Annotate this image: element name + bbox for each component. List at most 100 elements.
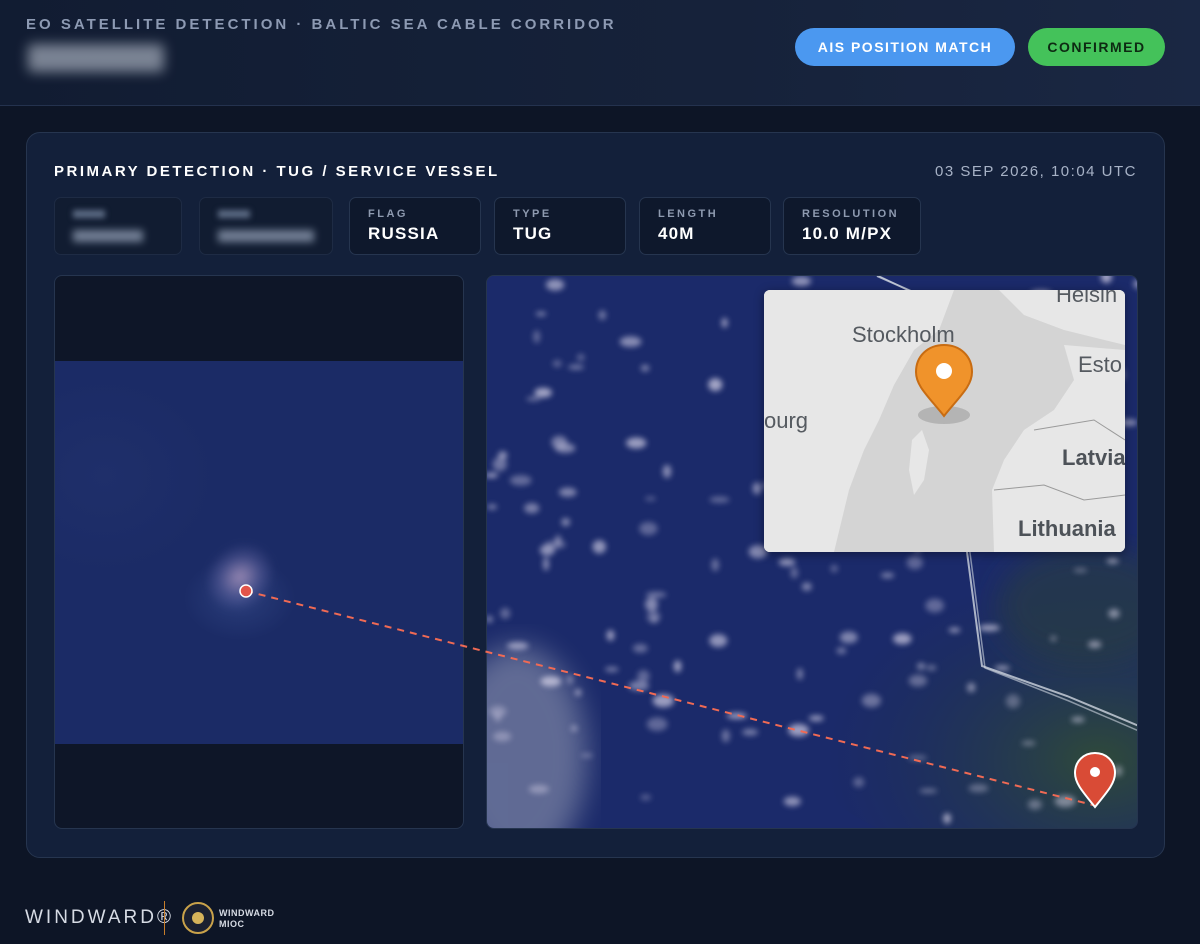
cloud — [752, 482, 762, 495]
mioc-logo-line1: WINDWARD — [219, 908, 275, 918]
map-label-lithuania: Lithuania — [1018, 516, 1116, 541]
cloud — [808, 715, 824, 722]
header-bar: EO SATELLITE DETECTION · BALTIC SEA CABL… — [0, 0, 1200, 106]
stat-type: TYPE TUG — [494, 197, 626, 255]
cloud — [830, 564, 838, 573]
stat-resolution: RESOLUTION 10.0 M/PX — [783, 197, 921, 255]
cloud — [571, 725, 578, 732]
cloud — [1071, 716, 1085, 723]
cloud — [645, 591, 667, 598]
cloud — [598, 310, 607, 320]
cloud — [673, 660, 682, 673]
cloud — [1050, 635, 1057, 642]
cloud — [1027, 799, 1042, 810]
cloud — [708, 378, 723, 392]
detection-title: PRIMARY DETECTION · TUG / SERVICE VESSEL — [54, 163, 500, 180]
cloud — [1108, 608, 1120, 619]
cloud — [1106, 558, 1119, 564]
cloud — [778, 558, 796, 566]
stat-length-label: LENGTH — [658, 208, 719, 220]
cloud — [801, 582, 812, 591]
cloud — [836, 647, 847, 654]
confirmed-status-badge[interactable]: CONFIRMED — [1028, 28, 1165, 66]
cloud — [645, 597, 658, 612]
cloud — [561, 518, 571, 527]
cloud — [783, 796, 801, 807]
cloud — [640, 794, 652, 801]
cloud — [721, 317, 728, 328]
map-label-helsinki: Helsin — [1056, 290, 1118, 307]
cloud — [543, 557, 549, 571]
cloud — [791, 276, 811, 287]
cloud — [853, 777, 865, 788]
stat-length: LENGTH 40M — [639, 197, 771, 255]
detection-card: PRIMARY DETECTION · TUG / SERVICE VESSEL… — [26, 132, 1165, 858]
satellite-scene-panel[interactable]: Stockholm Helsin Esto ourg Latvia Lithua… — [486, 275, 1138, 829]
stat-flag-label: FLAG — [368, 208, 408, 220]
cloud — [1113, 765, 1123, 777]
cloud — [880, 572, 895, 579]
cloud — [893, 633, 912, 645]
stat-flag-value: RUSSIA — [368, 224, 440, 243]
cloud — [566, 674, 574, 685]
page-title: EO SATELLITE DETECTION · BALTIC SEA CABL… — [26, 16, 617, 33]
cloud — [919, 788, 938, 794]
mioc-logo-line2: MIOC — [219, 919, 245, 929]
map-label-gothenburg: ourg — [764, 408, 809, 433]
cloud — [524, 503, 540, 514]
cloud — [558, 487, 577, 497]
cloud — [604, 666, 619, 672]
ais-position-match-badge[interactable]: AIS POSITION MATCH — [795, 28, 1015, 66]
cloud — [640, 364, 650, 372]
detection-timestamp: 03 SEP 2026, 10:04 UTC — [935, 163, 1137, 180]
redacted-stat-1 — [54, 197, 182, 255]
cloud — [575, 689, 582, 696]
cloud — [926, 665, 937, 671]
cloud — [1005, 694, 1021, 709]
stat-length-value: 40M — [658, 224, 695, 243]
locator-inset-map[interactable]: Stockholm Helsin Esto ourg Latvia Lithua… — [764, 290, 1125, 552]
cloud — [726, 712, 748, 719]
cloud — [948, 627, 961, 633]
cloud — [533, 330, 541, 344]
cloud — [500, 607, 511, 619]
cloud — [639, 522, 658, 536]
cloud — [907, 755, 928, 761]
stat-flag: FLAG RUSSIA — [349, 197, 481, 255]
cloud — [552, 360, 562, 368]
cloud — [592, 540, 607, 554]
stat-type-label: TYPE — [513, 208, 552, 220]
cloud — [790, 567, 799, 579]
redacted-vessel-id — [28, 44, 164, 72]
cloud — [526, 396, 541, 401]
cloud — [619, 336, 642, 347]
stat-type-value: TUG — [513, 224, 553, 243]
cloud — [994, 665, 1010, 671]
map-label-stockholm: Stockholm — [852, 322, 955, 347]
vessel-signature — [193, 531, 287, 623]
cloud — [943, 813, 951, 824]
cloud — [544, 540, 567, 549]
map-label-estonia: Esto — [1078, 352, 1123, 377]
cloud — [506, 642, 529, 650]
cloud — [487, 504, 498, 510]
cloud — [839, 631, 858, 644]
satellite-chip-panel[interactable] — [54, 275, 464, 829]
cloud — [646, 717, 668, 731]
cloud — [509, 475, 532, 486]
cloud — [576, 353, 585, 362]
cloud — [662, 464, 672, 478]
cloud — [528, 784, 549, 794]
cloud — [492, 457, 507, 472]
redacted-stat-2 — [199, 197, 333, 255]
cloud — [1087, 640, 1102, 649]
map-label-latvia: Latvia — [1062, 445, 1125, 470]
cloud — [540, 676, 562, 687]
stat-resolution-label: RESOLUTION — [802, 208, 900, 220]
cloud — [861, 693, 881, 708]
cloud — [917, 662, 926, 670]
cloud — [551, 435, 568, 449]
stat-resolution-value: 10.0 M/PX — [802, 224, 893, 243]
cloud — [711, 558, 719, 572]
mioc-emblem-icon — [182, 902, 214, 934]
